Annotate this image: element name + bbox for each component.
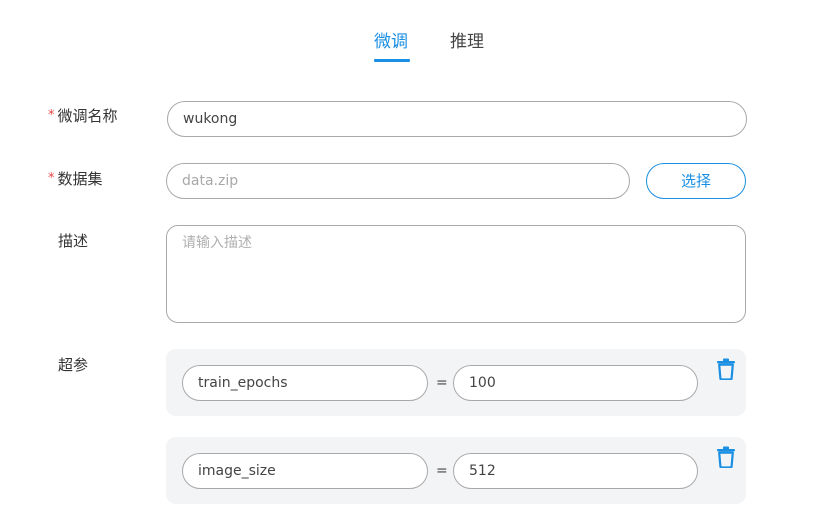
required-mark: * xyxy=(48,108,55,123)
hyperparam-value-input[interactable]: 512 xyxy=(453,453,698,489)
active-tab-indicator xyxy=(374,59,410,62)
tab-bar: 微调 推理 xyxy=(0,0,835,70)
description-textarea[interactable]: 请输入描述 xyxy=(166,225,746,323)
tab-finetune[interactable]: 微调 xyxy=(374,30,408,54)
hyperparams-label: 超参 xyxy=(58,356,89,374)
hyperparam-key-input[interactable]: train_epochs xyxy=(182,365,428,401)
trash-icon[interactable] xyxy=(717,358,735,380)
hyperparam-row: train_epochs = 100 xyxy=(166,349,746,416)
finetune-name-label-text: 微调名称 xyxy=(57,107,118,125)
dataset-label: * 数据集 xyxy=(48,169,103,191)
dataset-input[interactable]: data.zip xyxy=(166,163,630,199)
dataset-label-text: 数据集 xyxy=(57,170,103,188)
tab-inference[interactable]: 推理 xyxy=(450,30,484,54)
finetune-name-label: * 微调名称 xyxy=(48,106,118,128)
required-mark: * xyxy=(48,171,55,186)
description-label: 描述 xyxy=(58,232,89,250)
hyperparam-value-input[interactable]: 100 xyxy=(453,365,698,401)
equals-sign: = xyxy=(436,463,448,479)
hyperparam-row: image_size = 512 xyxy=(166,437,746,504)
finetune-name-input[interactable]: wukong xyxy=(167,101,747,137)
hyperparam-key-input[interactable]: image_size xyxy=(182,453,428,489)
trash-icon[interactable] xyxy=(717,446,735,468)
equals-sign: = xyxy=(436,375,448,391)
select-dataset-button[interactable]: 选择 xyxy=(646,163,746,199)
